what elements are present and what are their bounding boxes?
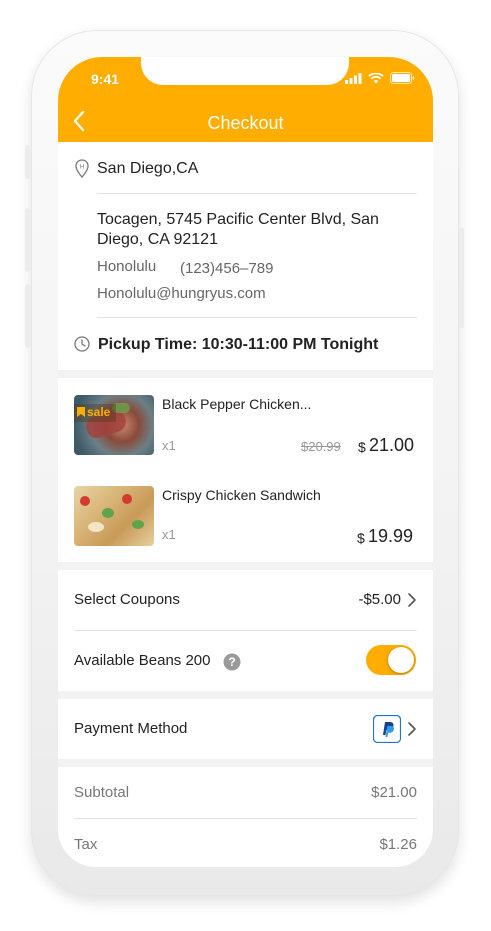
status-icons — [345, 72, 415, 84]
question-icon[interactable]: ? — [223, 653, 241, 671]
page-title: Checkout — [207, 113, 284, 133]
item-quantity: x1 — [162, 438, 176, 453]
status-time: 9:41 — [91, 71, 120, 87]
address-text: Tocagen, 5745 Pacific Center Blvd, San D… — [97, 211, 379, 248]
food-thumbnail — [74, 486, 154, 546]
food-thumbnail: sale — [74, 395, 154, 455]
currency-symbol: $ — [358, 439, 366, 455]
available-beans-row: Available Beans 200 ? — [58, 631, 433, 691]
notch — [141, 57, 349, 85]
divider — [97, 193, 417, 194]
coupons-label: Select Coupons — [74, 591, 180, 608]
power-button — [459, 228, 464, 328]
toggle-knob — [388, 647, 414, 673]
beans-toggle[interactable] — [366, 645, 416, 675]
tax-value: $1.26 — [379, 836, 417, 853]
currency-symbol: $ — [357, 530, 365, 546]
svg-text:?: ? — [228, 655, 235, 669]
item-quantity: x1 — [162, 527, 176, 542]
chevron-right-icon — [408, 593, 416, 607]
discounts-card: Select Coupons -$5.00 Available Beans 20… — [58, 570, 433, 691]
beans-label: Available Beans 200 — [74, 652, 211, 669]
volume-up-button — [25, 208, 30, 272]
pickup-location-card: H San Diego,CA Tocagen, 5745 Pacific Cen… — [58, 142, 433, 370]
contact-name: Honolulu — [97, 258, 157, 275]
chevron-right-icon — [408, 722, 416, 736]
item-price: 19.99 — [368, 526, 414, 546]
item-price: 21.00 — [369, 435, 415, 455]
item-original-price: $20.99 — [301, 439, 341, 454]
order-item[interactable]: Crispy Chicken Sandwich x1 $ 19.99 — [58, 468, 433, 558]
order-items-card: sale Black Pepper Chicken... x1 $20.99 $… — [58, 378, 433, 562]
contact-email[interactable]: Honolulu@hungryus.com — [97, 285, 266, 302]
clock-icon — [74, 336, 90, 352]
sale-badge: sale — [87, 405, 111, 419]
price-summary-card: Subtotal $21.00 Tax $1.26 — [58, 767, 433, 867]
item-name: Crispy Chicken Sandwich — [162, 487, 321, 503]
tax-label: Tax — [74, 836, 98, 853]
volume-down-button — [25, 284, 30, 348]
city-label: San Diego,CA — [97, 160, 199, 177]
payment-label: Payment Method — [74, 720, 188, 737]
paypal-icon — [373, 715, 401, 743]
pickup-time: Pickup Time: 10:30-11:00 PM Tonight — [98, 336, 379, 353]
select-coupons-row[interactable]: Select Coupons -$5.00 — [58, 570, 433, 630]
subtotal-label: Subtotal — [74, 784, 130, 801]
app-header: 9:41 Checkout — [58, 57, 433, 142]
location-pin-icon: H — [75, 159, 89, 178]
coupons-value: -$5.00 — [358, 591, 401, 608]
subtotal-value: $21.00 — [371, 784, 417, 801]
phone-screen: 9:41 Checkout H San Diego,CA Tocagen, 57… — [58, 57, 433, 867]
svg-text:H: H — [80, 165, 84, 171]
contact-phone[interactable]: (123)456–789 — [180, 260, 273, 277]
divider — [74, 818, 417, 819]
payment-method-row[interactable]: Payment Method — [58, 699, 433, 759]
mute-switch — [25, 145, 30, 179]
signal-icon — [345, 72, 362, 84]
item-name: Black Pepper Chicken... — [162, 396, 312, 412]
order-item[interactable]: sale Black Pepper Chicken... x1 $20.99 $… — [58, 378, 433, 468]
battery-icon — [390, 72, 415, 84]
divider — [97, 317, 417, 318]
sale-tag-icon — [77, 407, 85, 417]
wifi-icon — [368, 72, 384, 83]
